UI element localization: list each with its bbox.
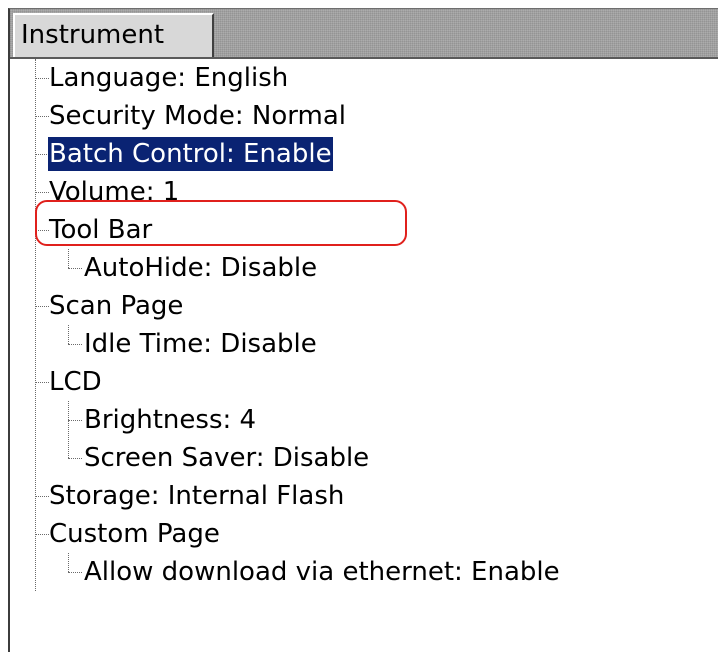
tree-branch <box>35 154 49 155</box>
settings-tree: Language: English Security Mode: Normal … <box>10 59 718 652</box>
tree-item-label[interactable]: LCD <box>48 365 103 399</box>
tree-item-lcd-screen-saver: Screen Saver: Disable <box>10 439 718 477</box>
tab-instrument[interactable]: Instrument <box>13 13 214 57</box>
tree-item-scan-page: Scan Page <box>10 287 718 325</box>
tree-branch <box>68 458 82 459</box>
tree-branch <box>35 78 49 79</box>
tree-item-scan-page-idle-time: Idle Time: Disable <box>10 325 718 363</box>
tree-item-label[interactable]: Security Mode: Normal <box>48 99 347 133</box>
instrument-window: Instrument Language: English Security Mo… <box>8 8 718 652</box>
tree-item-label[interactable]: Allow download via ethernet: Enable <box>83 555 561 589</box>
tree-item-security-mode: Security Mode: Normal <box>10 97 718 135</box>
tree-branch <box>35 116 49 117</box>
tree-item-label[interactable]: Idle Time: Disable <box>83 327 318 361</box>
tree-branch <box>35 382 49 383</box>
selection-highlight-outline <box>35 200 407 246</box>
tree-item-batch-control: Batch Control: Enable <box>10 135 718 173</box>
tree-branch <box>68 268 82 269</box>
tree-item-lcd: LCD <box>10 363 718 401</box>
tree-branch <box>68 420 82 421</box>
tab-bar: Instrument <box>10 9 718 59</box>
tree-item-label[interactable]: AutoHide: Disable <box>83 251 318 285</box>
tree-item-label[interactable]: Scan Page <box>48 289 184 323</box>
tree-item-lcd-brightness: Brightness: 4 <box>10 401 718 439</box>
tree-item-label[interactable]: Screen Saver: Disable <box>83 441 370 475</box>
tree-item-language: Language: English <box>10 59 718 97</box>
tree-branch <box>35 306 49 307</box>
tree-item-label[interactable]: Language: English <box>48 61 289 95</box>
tree-branch <box>68 572 82 573</box>
tree-item-label-selected[interactable]: Batch Control: Enable <box>48 137 333 171</box>
tree-item-custom-page-allow-download: Allow download via ethernet: Enable <box>10 553 718 591</box>
tree-branch <box>35 534 49 535</box>
tree-item-label[interactable]: Brightness: 4 <box>83 403 257 437</box>
tree-branch <box>35 496 49 497</box>
tree-item-tool-bar-autohide: AutoHide: Disable <box>10 249 718 287</box>
tree-branch <box>68 344 82 345</box>
tree-item-custom-page: Custom Page <box>10 515 718 553</box>
tree-item-label[interactable]: Storage: Internal Flash <box>48 479 345 513</box>
tree-item-label[interactable]: Custom Page <box>48 517 221 551</box>
tree-item-storage: Storage: Internal Flash <box>10 477 718 515</box>
tree-branch <box>35 192 49 193</box>
